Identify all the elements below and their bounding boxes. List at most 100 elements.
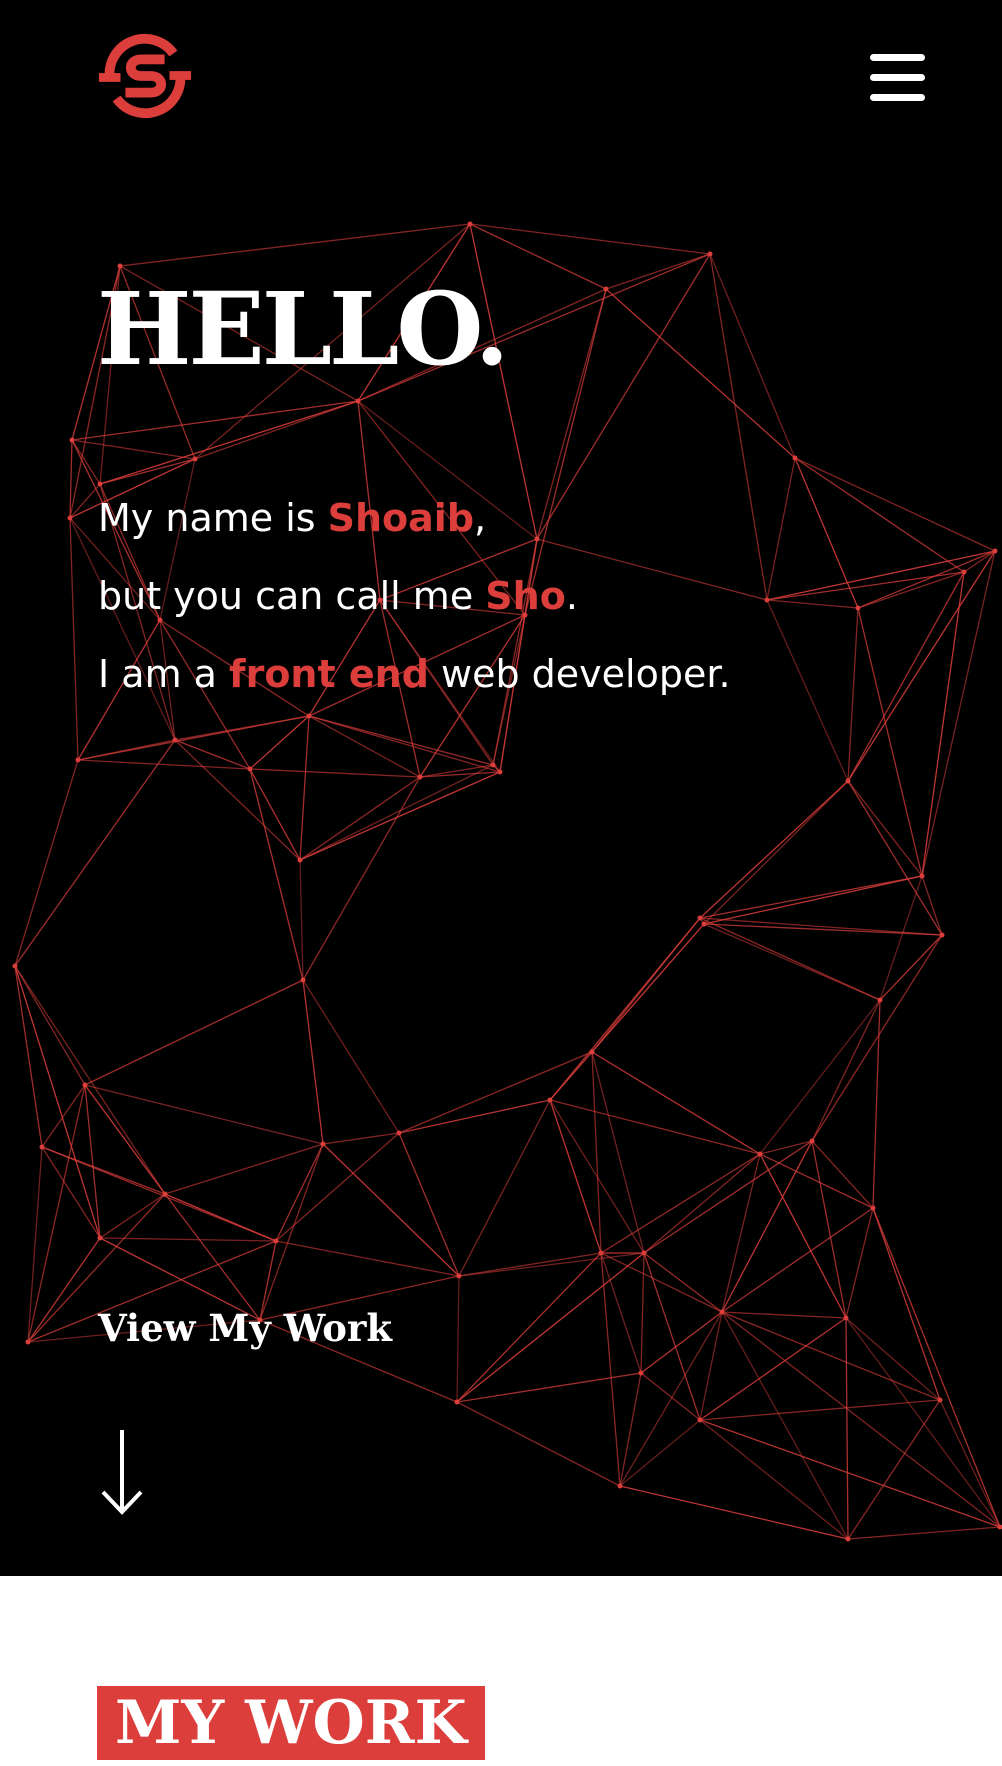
intro-text: I am a xyxy=(98,652,230,696)
network-line xyxy=(766,571,965,601)
network-line xyxy=(794,457,859,609)
network-node xyxy=(82,1082,88,1088)
network-node xyxy=(117,263,123,269)
network-node xyxy=(355,398,361,404)
network-node xyxy=(12,963,18,969)
network-line xyxy=(249,768,304,981)
network-line xyxy=(469,223,711,255)
network-node xyxy=(417,774,423,780)
network-line xyxy=(71,400,359,441)
network-line xyxy=(458,1099,551,1277)
network-line xyxy=(605,253,711,290)
network-node xyxy=(247,766,253,772)
network-node xyxy=(396,1130,402,1136)
network-line xyxy=(275,1143,324,1242)
intro-line-name: My name is Shoaib, xyxy=(98,493,486,543)
network-node xyxy=(877,997,883,1003)
network-line xyxy=(249,768,421,778)
network-line xyxy=(77,715,310,761)
network-line xyxy=(643,1252,723,1313)
network-node xyxy=(603,286,609,292)
network-node xyxy=(456,1273,462,1279)
network-line xyxy=(721,1311,849,1540)
network-line xyxy=(398,1099,551,1134)
network-node xyxy=(97,481,103,487)
network-line xyxy=(847,1526,1001,1540)
network-node xyxy=(845,1536,851,1542)
intro-line-nickname: but you can call me Sho. xyxy=(98,571,578,621)
network-line xyxy=(709,253,768,601)
network-node xyxy=(39,1144,45,1150)
network-line xyxy=(600,1252,621,1487)
network-line xyxy=(458,1252,645,1277)
network-node xyxy=(320,1141,326,1147)
network-node xyxy=(617,1483,623,1489)
network-node xyxy=(697,915,703,921)
network-line xyxy=(71,439,196,460)
network-node xyxy=(701,921,707,927)
network-line xyxy=(640,1372,701,1421)
network-line xyxy=(456,1252,645,1403)
network-line xyxy=(299,771,501,861)
network-line xyxy=(939,1399,1001,1528)
network-line xyxy=(41,1146,277,1242)
network-line xyxy=(398,1132,460,1277)
network-line xyxy=(857,550,996,609)
network-line xyxy=(14,965,43,1148)
s-monogram-logo-icon[interactable] xyxy=(96,27,194,125)
network-line xyxy=(14,965,86,1086)
network-line xyxy=(275,1132,400,1242)
network-line xyxy=(164,1193,277,1242)
network-line xyxy=(766,457,796,601)
network-node xyxy=(297,857,303,863)
network-line xyxy=(699,1419,1001,1528)
network-line xyxy=(14,739,176,967)
network-line xyxy=(458,1252,602,1277)
network-node xyxy=(992,548,998,554)
network-node xyxy=(707,251,713,257)
network-line xyxy=(456,1252,602,1403)
hamburger-menu-icon[interactable] xyxy=(866,50,928,106)
menu-bar-top xyxy=(870,54,925,61)
network-line xyxy=(709,253,796,459)
network-line xyxy=(259,1143,324,1321)
network-line xyxy=(174,739,301,861)
network-line xyxy=(99,1237,277,1242)
highlight-name: Shoaib xyxy=(327,496,475,540)
network-line xyxy=(794,457,965,573)
network-line xyxy=(759,999,881,1155)
network-line xyxy=(811,934,943,1142)
highlight-nickname: Sho xyxy=(485,574,566,618)
network-line xyxy=(879,934,943,1001)
network-node xyxy=(192,456,198,462)
network-line xyxy=(619,1485,849,1540)
network-line xyxy=(14,965,166,1195)
network-line xyxy=(299,764,494,861)
network-line xyxy=(721,1311,847,1319)
network-line xyxy=(456,1275,460,1403)
network-line xyxy=(872,999,881,1209)
network-node xyxy=(25,1339,31,1345)
network-node xyxy=(870,1205,876,1211)
network-line xyxy=(699,917,943,936)
network-line xyxy=(703,780,849,925)
network-line xyxy=(549,1051,593,1101)
view-my-work-link[interactable]: View My Work xyxy=(98,1303,392,1353)
network-node xyxy=(69,437,75,443)
network-line xyxy=(27,1084,86,1343)
network-line xyxy=(41,1146,101,1239)
network-line xyxy=(721,1153,761,1313)
network-line xyxy=(872,1207,1001,1528)
network-line xyxy=(549,1099,602,1254)
intro-text: but you can call me xyxy=(98,574,486,618)
network-line xyxy=(119,223,471,267)
network-node xyxy=(638,1370,644,1376)
network-line xyxy=(84,979,304,1086)
network-node xyxy=(939,932,945,938)
network-line xyxy=(27,1237,101,1343)
arrow-down-icon[interactable] xyxy=(98,1428,146,1516)
network-node xyxy=(961,569,967,575)
network-line xyxy=(721,1311,941,1401)
network-line xyxy=(847,607,859,782)
network-line xyxy=(308,715,501,773)
